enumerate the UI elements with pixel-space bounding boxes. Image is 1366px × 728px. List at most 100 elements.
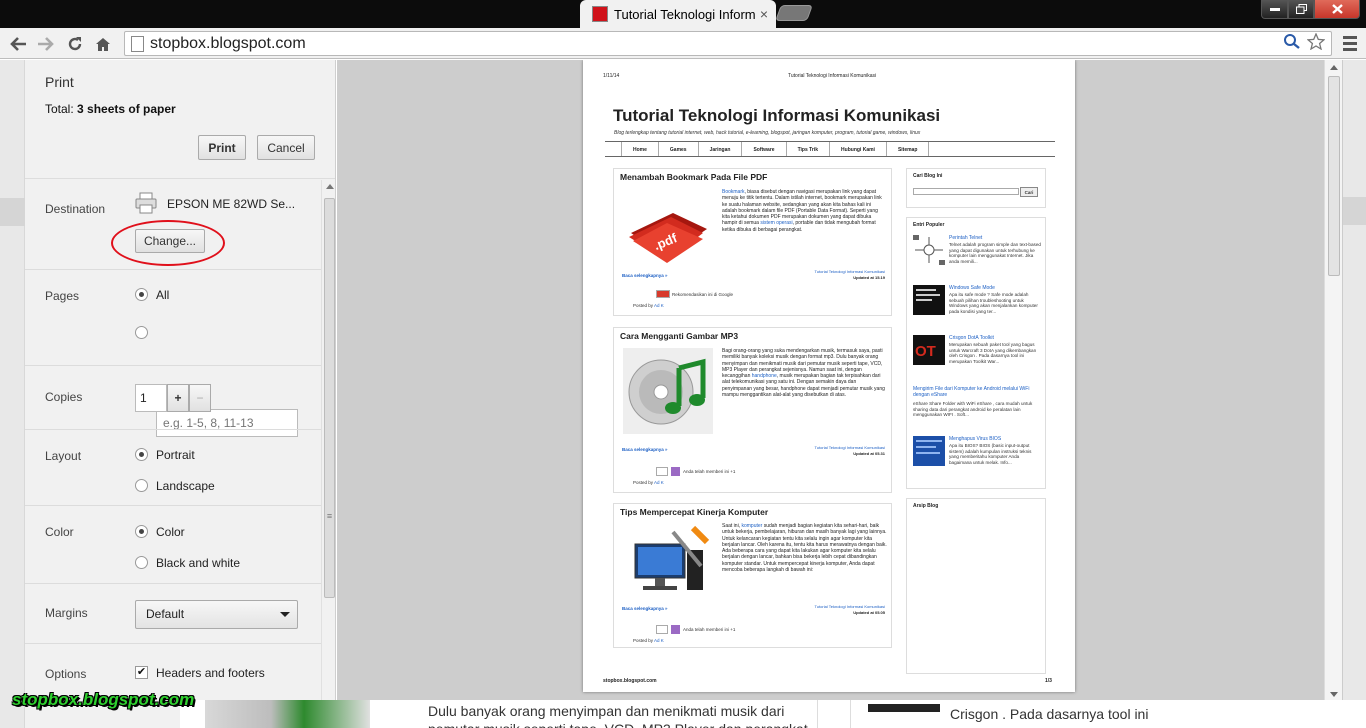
minimize-icon: [1269, 7, 1280, 11]
margins-label: Margins: [45, 606, 88, 620]
copies-increment-button[interactable]: +: [167, 384, 189, 412]
pdf-folder-image: .pdf: [629, 213, 707, 263]
page-header-title: Tutorial Teknologi Informasi Komunikasi: [788, 73, 877, 79]
back-arrow-icon: [10, 37, 26, 51]
post-category[interactable]: Tutorial Teknologi Informasi Komunikasi: [815, 604, 885, 609]
copies-input[interactable]: 1: [135, 384, 167, 412]
close-window-button[interactable]: [1314, 0, 1360, 19]
highlight-circle: [111, 220, 225, 266]
browser-toolbar: stopbox.blogspot.com: [0, 28, 1366, 59]
color-label: Color: [45, 525, 74, 539]
blog-search-button[interactable]: Cari: [1020, 187, 1038, 197]
popular-item[interactable]: Windows Safe Mode Apa itu safe mode ? Sa…: [913, 285, 1043, 331]
post-title: Cara Mengganti Gambar MP3: [620, 331, 739, 341]
popular-item[interactable]: Menghapus Virus BIOS Apa itu BIOS? BIOS …: [913, 436, 1043, 482]
archive-widget-title: Arsip Blog: [913, 503, 939, 509]
layout-section: Layout Portrait Landscape: [25, 430, 321, 506]
options-label: Options: [45, 667, 87, 681]
read-more-link[interactable]: Baca selengkapnya »: [622, 606, 668, 611]
home-icon: [96, 37, 110, 51]
popular-item-title[interactable]: Perintah Telnet: [949, 235, 982, 241]
popular-item-title[interactable]: Crisgon DotA Toolkit: [949, 335, 994, 341]
posted-by: Posted by Ad K: [633, 303, 664, 308]
chrome-menu-button[interactable]: [1340, 33, 1360, 53]
read-more-link[interactable]: Baca selengkapnya »: [622, 273, 668, 278]
background-page-strip: Dulu banyak orang menyimpan dan menikmat…: [180, 700, 1366, 728]
minimize-button[interactable]: [1261, 0, 1288, 19]
color-section: Color Color Black and white: [25, 506, 321, 584]
home-button[interactable]: [91, 32, 115, 56]
settings-scrollbar[interactable]: ≡: [321, 180, 335, 728]
cancel-button[interactable]: Cancel: [257, 135, 315, 160]
scroll-up-icon[interactable]: [1330, 65, 1338, 70]
preview-scrollbar-thumb[interactable]: [1328, 76, 1340, 276]
popular-item[interactable]: Mengirim File dari Komputer ke Android m…: [913, 386, 1043, 430]
landscape-radio[interactable]: [135, 479, 148, 492]
page-edge-right: [1342, 60, 1366, 728]
post-excerpt: Bagi orang-orang yang suka mendengarkan …: [722, 348, 885, 399]
forward-arrow-icon: [38, 37, 54, 51]
blog-nav: Home Games Jaringan Software Tips Trik H…: [605, 141, 1055, 157]
preview-scrollbar[interactable]: [1324, 60, 1342, 709]
copies-decrement-button[interactable]: −: [189, 384, 211, 412]
portrait-label: Portrait: [156, 448, 195, 462]
headers-footers-checkbox[interactable]: ✔: [135, 666, 148, 679]
bookmark-star-icon[interactable]: [1306, 31, 1326, 55]
background-thumb: [868, 704, 940, 712]
popular-widget-title: Entri Populer: [913, 222, 945, 228]
scroll-up-icon[interactable]: [326, 184, 334, 189]
url-text[interactable]: stopbox.blogspot.com: [150, 35, 1283, 53]
portrait-radio[interactable]: [135, 448, 148, 461]
pages-custom-radio[interactable]: [135, 326, 148, 339]
pages-all-radio[interactable]: [135, 288, 148, 301]
popular-item-title[interactable]: Windows Safe Mode: [949, 285, 995, 291]
popular-item-title[interactable]: Menghapus Virus BIOS: [949, 436, 1001, 442]
popular-item-desc: Apa itu safe mode ? Safe mode adalah seb…: [949, 292, 1038, 314]
black-white-radio[interactable]: [135, 556, 148, 569]
post-excerpt: Bookmark, biasa disebut dengan navigasi …: [722, 189, 882, 233]
page-header-date: 1/11/14: [603, 73, 620, 79]
address-bar[interactable]: stopbox.blogspot.com: [124, 31, 1332, 56]
scroll-down-icon[interactable]: [1330, 692, 1338, 697]
avatar: [671, 467, 680, 476]
popular-item[interactable]: Perintah Telnet Telnet adalah program si…: [913, 235, 1043, 281]
background-image: [205, 700, 370, 728]
popular-item-desc: Merupakan sebuah paket tool yang bagus u…: [949, 342, 1037, 364]
plus-one-box[interactable]: [656, 467, 668, 476]
printer-icon: [135, 192, 157, 214]
reload-button[interactable]: [63, 32, 87, 56]
watermark-text: stopbox.blogspot.com: [12, 690, 195, 709]
print-header: Print Total: 3 sheets of paper Print Can…: [25, 60, 335, 179]
share-text: Anda telah memberi ini +1: [683, 627, 736, 632]
tab-active[interactable]: Tutorial Teknologi Inform ×: [580, 0, 776, 28]
dota-toolkit-thumbnail: OT: [913, 335, 945, 365]
popular-item-title[interactable]: Mengirim File dari Komputer ke Android m…: [913, 386, 1041, 398]
zoom-search-icon[interactable]: [1283, 33, 1301, 54]
forward-button[interactable]: [34, 32, 58, 56]
plus-one-box[interactable]: [656, 625, 668, 634]
margins-section: Margins Default: [25, 584, 321, 644]
print-button[interactable]: Print: [198, 135, 246, 160]
new-tab-button[interactable]: [775, 5, 813, 21]
google-plus-icon[interactable]: [656, 290, 670, 298]
blog-search-input[interactable]: [913, 188, 1019, 195]
post-category[interactable]: Tutorial Teknologi Informasi Komunikasi: [815, 445, 885, 450]
color-option-label: Color: [156, 525, 185, 539]
sidebar-search: Cari Blog Ini Cari: [906, 168, 1046, 208]
post-category[interactable]: Tutorial Teknologi Informasi Komunikasi: [815, 269, 885, 274]
post-updated: Updated at 15.19: [853, 275, 885, 280]
close-icon: [1331, 4, 1343, 14]
margins-select[interactable]: Default: [135, 600, 298, 629]
tab-close-icon[interactable]: ×: [760, 6, 768, 22]
back-button[interactable]: [6, 32, 30, 56]
read-more-link[interactable]: Baca selengkapnya »: [622, 447, 668, 452]
post-updated: Updated at 05.05: [853, 610, 885, 615]
background-text: Dulu banyak orang menyimpan dan menikmat…: [428, 703, 808, 728]
color-radio[interactable]: [135, 525, 148, 538]
scrollbar-thumb[interactable]: [324, 198, 335, 598]
sidebar-popular: Entri Populer Perintah Telnet Telnet ada…: [906, 217, 1046, 489]
popular-item[interactable]: OT Crisgon DotA Toolkit Merupakan sebuah…: [913, 335, 1043, 381]
maximize-button[interactable]: [1288, 0, 1314, 19]
layout-label: Layout: [45, 449, 82, 463]
nav-item: Jaringan: [697, 142, 742, 156]
